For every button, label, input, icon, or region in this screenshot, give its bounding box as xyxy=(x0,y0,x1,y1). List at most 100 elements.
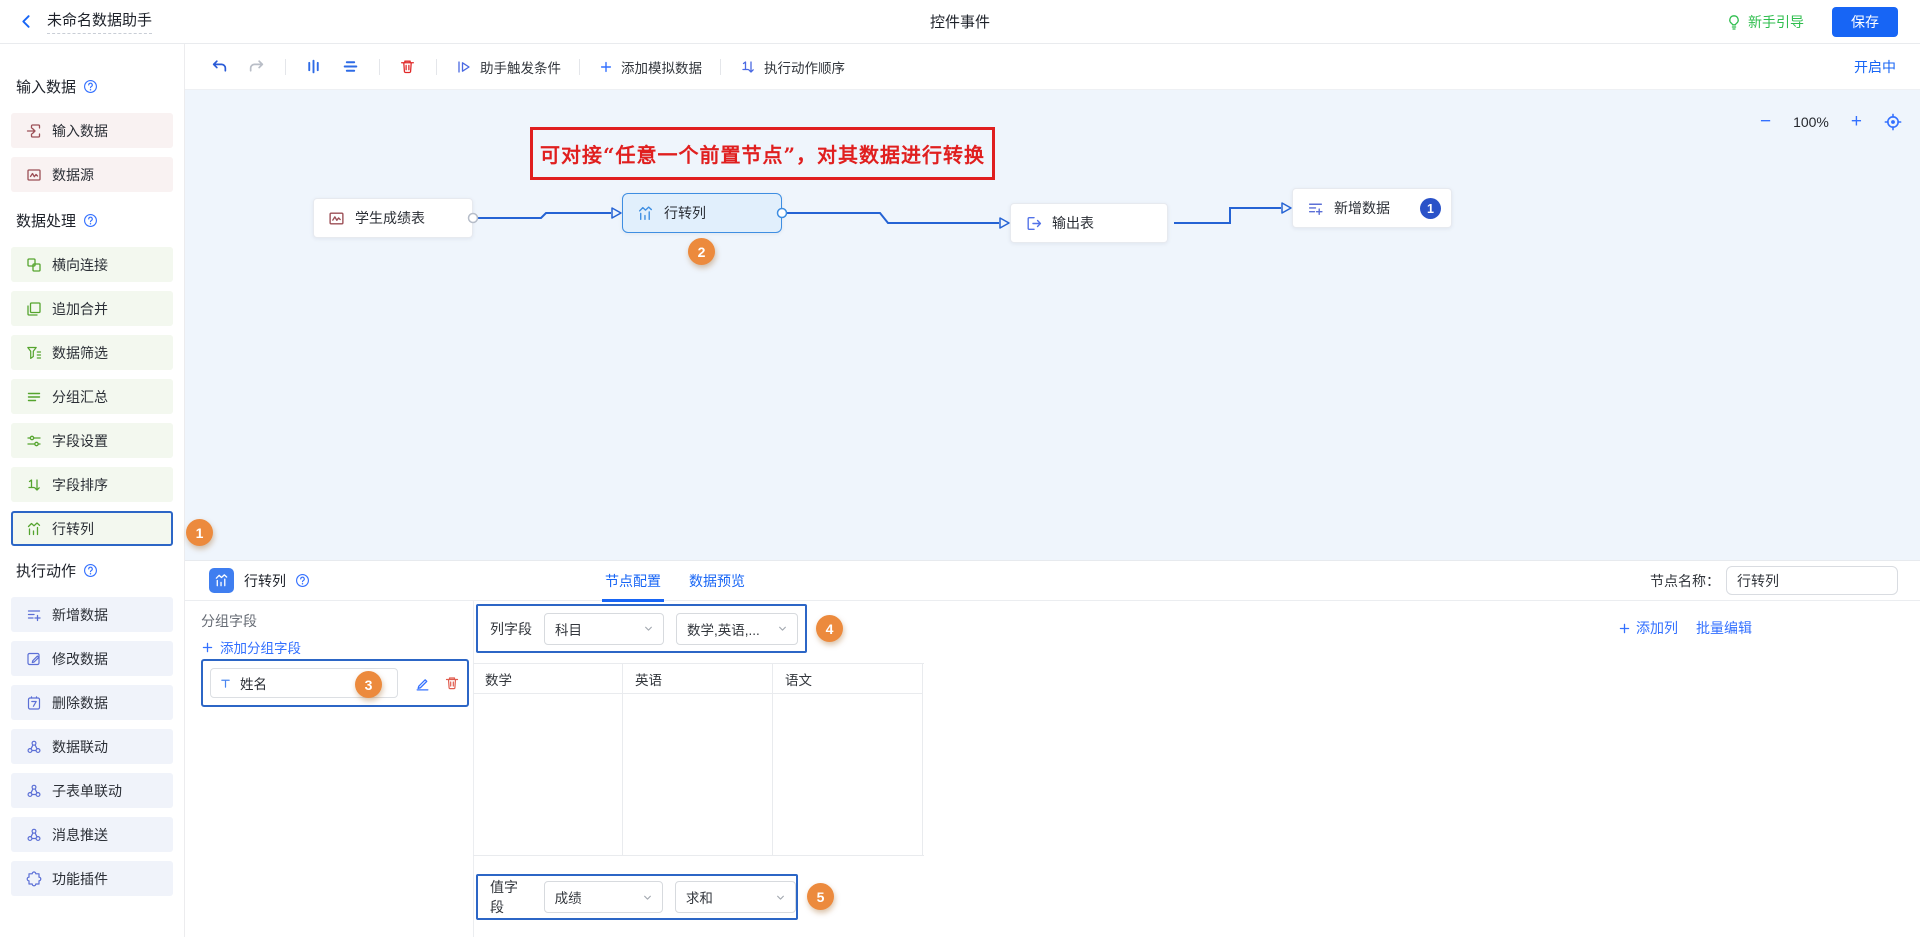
chevron-down-icon xyxy=(776,622,789,635)
canvas-toolbar: 助手触发条件 添加模拟数据 执行动作顺序 开启中 xyxy=(185,44,1920,90)
sidebar-item-row-to-column[interactable]: 行转列 xyxy=(11,511,173,546)
sidebar-item-data-filter[interactable]: 数据筛选 xyxy=(11,335,173,370)
page-title: 控件事件 xyxy=(0,11,1920,32)
sidebar-item-message-push[interactable]: 消息推送 xyxy=(11,817,173,852)
save-button[interactable]: 保存 xyxy=(1832,7,1898,37)
column-field-label: 列字段 xyxy=(490,619,532,639)
delete-icon[interactable] xyxy=(444,675,460,691)
delete-data-icon xyxy=(26,695,42,711)
sort-order-icon xyxy=(740,59,756,75)
trigger-icon xyxy=(456,59,472,75)
sidebar-item-delete-data[interactable]: 删除数据 xyxy=(11,685,173,720)
section-title-data-process: 数据处理 xyxy=(16,210,184,231)
node-name-label: 节点名称： xyxy=(1650,571,1720,591)
section-title-input-data: 输入数据 xyxy=(16,76,184,97)
sidebar-item-data-source[interactable]: 数据源 xyxy=(11,157,173,192)
bulb-icon xyxy=(1726,14,1742,30)
chevron-down-icon xyxy=(642,622,655,635)
row-to-column-icon xyxy=(209,568,234,593)
batch-edit-link[interactable]: 批量编辑 xyxy=(1696,618,1752,638)
column-header: 数学 xyxy=(473,664,622,694)
action-order-button[interactable]: 执行动作顺序 xyxy=(740,57,845,77)
help-icon[interactable] xyxy=(83,79,98,94)
sidebar-item-group-summary[interactable]: 分组汇总 xyxy=(11,379,173,414)
preview-column: 语文 xyxy=(773,664,923,855)
annotation-box: 可对接“任意一个前置节点”，对其数据进行转换 xyxy=(530,127,995,180)
data-source-icon xyxy=(26,167,42,183)
sidebar-item-append-merge[interactable]: 追加合并 xyxy=(11,291,173,326)
sidebar-item-horizontal-join[interactable]: 横向连接 xyxy=(11,247,173,282)
assistant-title[interactable]: 未命名数据助手 xyxy=(47,9,152,34)
sidebar-item-function-plugin[interactable]: 功能插件 xyxy=(11,861,173,896)
help-icon[interactable] xyxy=(83,563,98,578)
group-summary-icon xyxy=(26,389,42,405)
row-to-column-icon xyxy=(637,205,654,222)
step-badge-1: 1 xyxy=(186,519,213,546)
add-column-link[interactable]: 添加列 xyxy=(1618,618,1678,638)
flow-canvas[interactable]: − 100% + 可对接“任意一个前置节点”，对其数据进行转换 学生成绩表 行转… xyxy=(185,90,1920,560)
column-header: 英语 xyxy=(623,664,772,694)
zoom-out-button[interactable]: − xyxy=(1760,112,1771,131)
plus-icon xyxy=(1618,622,1631,635)
flow-node-row-to-column[interactable]: 行转列 xyxy=(622,193,782,233)
align-horizontal-icon[interactable] xyxy=(305,58,322,75)
chevron-down-icon xyxy=(641,891,654,904)
export-icon xyxy=(1025,215,1042,232)
help-icon[interactable] xyxy=(295,573,310,588)
back-icon[interactable] xyxy=(18,13,35,30)
column-field-select[interactable]: 科目 xyxy=(544,613,664,645)
delete-node-icon[interactable] xyxy=(399,58,416,75)
align-vertical-icon[interactable] xyxy=(342,58,359,75)
undo-icon[interactable] xyxy=(211,58,228,75)
horizontal-join-icon xyxy=(26,257,42,273)
flow-node-output-table[interactable]: 输出表 xyxy=(1010,203,1168,243)
panel-tabs: 节点配置 数据预览 xyxy=(605,561,745,601)
toolbar-divider xyxy=(720,59,721,75)
step-badge-2: 2 xyxy=(688,238,715,265)
trigger-condition-button[interactable]: 助手触发条件 xyxy=(456,57,561,77)
sidebar-item-subform-linkage[interactable]: 子表单联动 xyxy=(11,773,173,808)
value-field-label: 值字段 xyxy=(490,877,532,917)
column-values-select[interactable]: 数学,英语,... xyxy=(676,613,798,645)
node-name-input[interactable] xyxy=(1726,566,1898,595)
sidebar-item-data-linkage[interactable]: 数据联动 xyxy=(11,729,173,764)
linkage-icon xyxy=(26,783,42,799)
tab-data-preview[interactable]: 数据预览 xyxy=(689,561,745,601)
help-icon[interactable] xyxy=(83,213,98,228)
row-to-column-icon xyxy=(26,521,42,537)
sidebar-item-add-data[interactable]: 新增数据 xyxy=(11,597,173,632)
filter-icon xyxy=(26,345,42,361)
flow-node-student-grades[interactable]: 学生成绩表 xyxy=(313,198,473,238)
chevron-down-icon xyxy=(774,891,787,904)
add-data-icon xyxy=(1307,200,1324,217)
add-group-field-link[interactable]: 添加分组字段 xyxy=(201,637,301,657)
tab-node-config[interactable]: 节点配置 xyxy=(605,561,661,601)
column-header: 语文 xyxy=(773,664,922,694)
zoom-level: 100% xyxy=(1793,114,1829,130)
linkage-icon xyxy=(26,739,42,755)
edit-icon[interactable] xyxy=(414,675,431,692)
add-mock-data-button[interactable]: 添加模拟数据 xyxy=(599,57,702,77)
data-source-icon xyxy=(328,210,345,227)
node-count-badge: 1 xyxy=(1420,198,1441,219)
field-settings-icon xyxy=(26,433,42,449)
sidebar-item-input-data[interactable]: 输入数据 xyxy=(11,113,173,148)
locate-icon[interactable] xyxy=(1884,113,1902,131)
toolbar-divider xyxy=(436,59,437,75)
beginner-guide-link[interactable]: 新手引导 xyxy=(1726,12,1804,32)
node-name-field: 节点名称： xyxy=(1650,566,1898,595)
flow-node-add-data[interactable]: 新增数据 1 xyxy=(1292,188,1452,228)
sidebar-item-field-settings[interactable]: 字段设置 xyxy=(11,423,173,458)
aggregation-select[interactable]: 求和 xyxy=(675,881,796,913)
status-badge[interactable]: 开启中 xyxy=(1854,57,1896,77)
sidebar-item-field-sort[interactable]: 字段排序 xyxy=(11,467,173,502)
redo-icon[interactable] xyxy=(248,58,265,75)
flow-edges xyxy=(185,90,1920,560)
toolbar-divider xyxy=(579,59,580,75)
node-config-panel: 行转列 节点配置 数据预览 节点名称： 分组字段 添加分组字段 姓名 3 列字段… xyxy=(185,560,1920,937)
sidebar-item-modify-data[interactable]: 修改数据 xyxy=(11,641,173,676)
value-field-select[interactable]: 成绩 xyxy=(544,881,663,913)
step-badge-4: 4 xyxy=(816,615,843,642)
field-sort-icon xyxy=(26,477,42,493)
zoom-in-button[interactable]: + xyxy=(1851,112,1862,131)
